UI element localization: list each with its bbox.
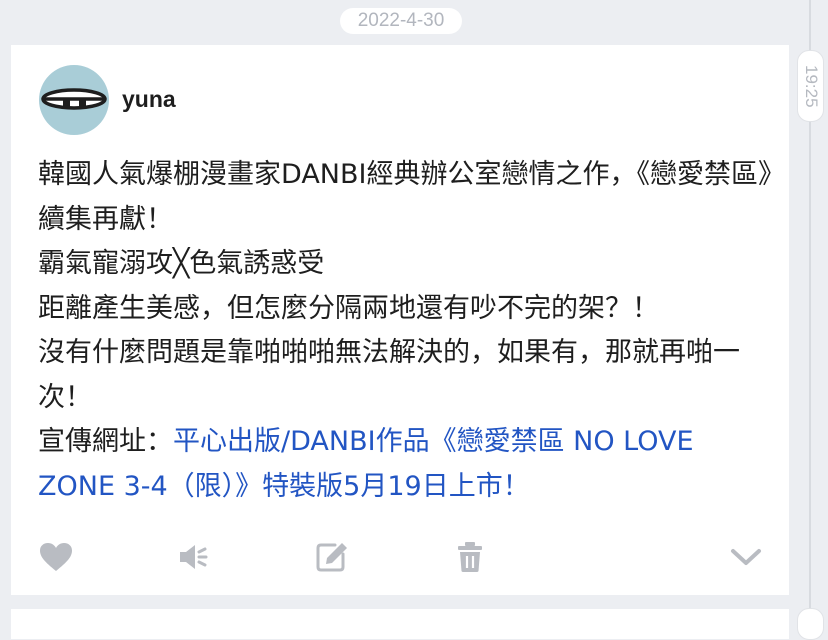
post-line: 韓國人氣爆棚漫畫家DANBI經典辦公室戀情之作，《戀愛禁區》續集再獻！	[38, 159, 772, 235]
post-content: 韓國人氣爆棚漫畫家DANBI經典辦公室戀情之作，《戀愛禁區》續集再獻！ 霸氣寵溺…	[38, 153, 773, 509]
edit-button[interactable]	[308, 533, 356, 581]
link-prefix: 宣傳網址：	[38, 426, 173, 457]
delete-button[interactable]	[446, 533, 494, 581]
post-line: 沒有什麼問題是靠啪啪啪無法解決的，如果有，那就再啪一次！	[38, 337, 740, 413]
promo-line: 宣傳網址：平心出版/DANBI作品《戀愛禁區 NO LOVE ZONE 3-4（…	[38, 420, 773, 509]
timeline-rail: 19:25	[797, 0, 824, 640]
author-name[interactable]: yuna	[122, 86, 176, 113]
edit-icon	[316, 543, 347, 572]
avatar[interactable]	[39, 65, 109, 135]
time-label-next	[797, 608, 824, 640]
expand-button[interactable]	[722, 533, 770, 581]
date-label: 2022-4-30	[340, 8, 462, 34]
trash-icon	[458, 542, 482, 572]
speak-button[interactable]	[170, 533, 218, 581]
action-bar	[11, 533, 789, 581]
speaker-icon	[180, 545, 208, 569]
avatar-eyes-icon	[41, 88, 107, 110]
post-line: 距離產生美感，但怎麼分隔兩地還有吵不完的架？！	[38, 292, 659, 324]
like-button[interactable]	[32, 533, 80, 581]
heart-icon	[40, 543, 72, 571]
chevron-down-icon	[731, 549, 761, 565]
post-line: 霸氣寵溺攻╳色氣誘惑受	[38, 248, 325, 279]
next-post-card	[11, 609, 789, 639]
post-card: yuna 韓國人氣爆棚漫畫家DANBI經典辦公室戀情之作，《戀愛禁區》續集再獻！…	[11, 45, 789, 595]
time-label: 19:25	[797, 50, 824, 122]
